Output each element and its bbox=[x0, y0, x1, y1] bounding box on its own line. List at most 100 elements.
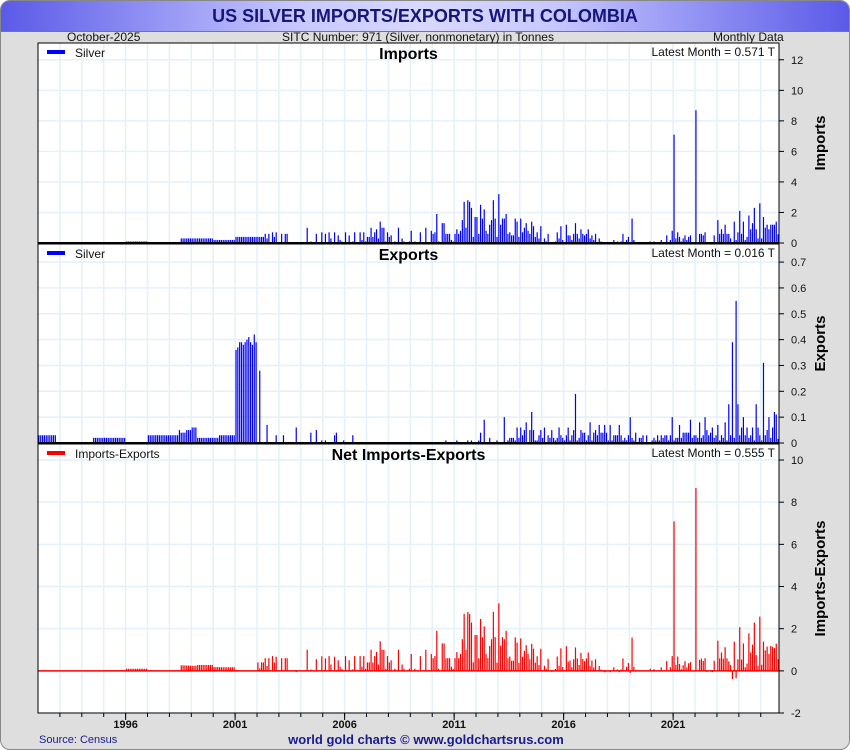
bar bbox=[569, 660, 571, 671]
bar bbox=[479, 618, 482, 671]
bar bbox=[266, 424, 268, 443]
bar bbox=[337, 660, 339, 671]
bar bbox=[521, 232, 524, 243]
bar bbox=[735, 300, 737, 443]
bar bbox=[200, 664, 202, 671]
y-tick-label: 4 bbox=[791, 582, 797, 594]
bar bbox=[677, 232, 679, 243]
x-tick-label: 2011 bbox=[442, 719, 466, 731]
bar bbox=[494, 218, 496, 243]
bar bbox=[523, 650, 525, 671]
bar bbox=[164, 435, 166, 443]
bar bbox=[366, 662, 369, 671]
bar bbox=[153, 435, 155, 443]
bar bbox=[333, 435, 336, 443]
bar bbox=[507, 233, 509, 243]
bar bbox=[671, 417, 673, 443]
bar bbox=[740, 427, 743, 443]
bar bbox=[503, 639, 505, 671]
bar bbox=[720, 435, 723, 443]
bar bbox=[728, 233, 730, 243]
bar bbox=[666, 435, 668, 443]
bar bbox=[594, 233, 597, 243]
panel-title: Exports bbox=[379, 247, 439, 264]
bar bbox=[282, 435, 285, 443]
bar bbox=[748, 633, 750, 671]
bar bbox=[509, 232, 511, 243]
bar bbox=[762, 362, 765, 443]
bar bbox=[525, 645, 527, 671]
y-tick-label: -2 bbox=[791, 708, 801, 720]
bar bbox=[441, 643, 443, 671]
bar bbox=[220, 435, 223, 443]
bar bbox=[51, 435, 53, 443]
bar bbox=[715, 435, 717, 443]
bar bbox=[461, 220, 463, 243]
bar bbox=[587, 652, 589, 671]
bar bbox=[746, 663, 748, 671]
bar bbox=[228, 435, 230, 443]
bar bbox=[666, 660, 668, 671]
bar bbox=[527, 653, 529, 671]
bar bbox=[459, 653, 462, 671]
bar bbox=[536, 232, 538, 243]
bar bbox=[222, 435, 224, 443]
bar bbox=[260, 662, 263, 671]
bar bbox=[746, 427, 748, 443]
bar bbox=[370, 649, 372, 671]
bar bbox=[531, 411, 533, 443]
bar bbox=[558, 665, 560, 671]
bar bbox=[467, 612, 469, 671]
legend-label: Silver bbox=[75, 247, 105, 261]
bar bbox=[673, 521, 675, 671]
bar bbox=[461, 639, 463, 671]
bar bbox=[618, 424, 620, 443]
bar bbox=[766, 646, 768, 671]
bar bbox=[678, 663, 681, 671]
bar bbox=[374, 656, 376, 671]
bar bbox=[726, 658, 728, 671]
bar bbox=[722, 658, 724, 671]
bar bbox=[520, 218, 522, 243]
bar bbox=[750, 652, 752, 671]
y-tick-label: 0.3 bbox=[791, 360, 806, 372]
bar bbox=[448, 233, 451, 243]
bar bbox=[250, 342, 252, 443]
bar bbox=[520, 638, 522, 671]
bar bbox=[189, 665, 191, 671]
bar bbox=[324, 658, 327, 671]
bar bbox=[372, 662, 374, 671]
bar bbox=[257, 662, 259, 671]
bar bbox=[281, 233, 283, 243]
bar bbox=[755, 404, 757, 443]
bar bbox=[574, 223, 577, 243]
bar bbox=[678, 424, 681, 443]
bar bbox=[646, 435, 648, 443]
bar bbox=[191, 427, 193, 443]
y-tick-label: 6 bbox=[791, 146, 797, 158]
bar bbox=[474, 217, 476, 243]
bar bbox=[443, 223, 445, 243]
bar bbox=[587, 229, 589, 243]
bar bbox=[202, 664, 204, 671]
bar bbox=[695, 435, 697, 443]
bar bbox=[189, 430, 191, 443]
bar bbox=[689, 235, 692, 243]
bar bbox=[520, 427, 522, 443]
bar bbox=[536, 656, 538, 671]
bar bbox=[206, 664, 208, 671]
bar bbox=[430, 653, 432, 671]
bar bbox=[483, 626, 485, 671]
bar bbox=[567, 427, 569, 443]
bar bbox=[594, 659, 597, 671]
bar bbox=[560, 435, 562, 443]
bar bbox=[180, 432, 182, 443]
bar bbox=[151, 435, 153, 443]
bar bbox=[255, 342, 257, 443]
bar bbox=[755, 229, 757, 243]
bar bbox=[777, 659, 779, 671]
bar bbox=[702, 660, 704, 671]
bar bbox=[529, 233, 531, 243]
bar bbox=[354, 232, 356, 243]
bar bbox=[689, 419, 692, 443]
